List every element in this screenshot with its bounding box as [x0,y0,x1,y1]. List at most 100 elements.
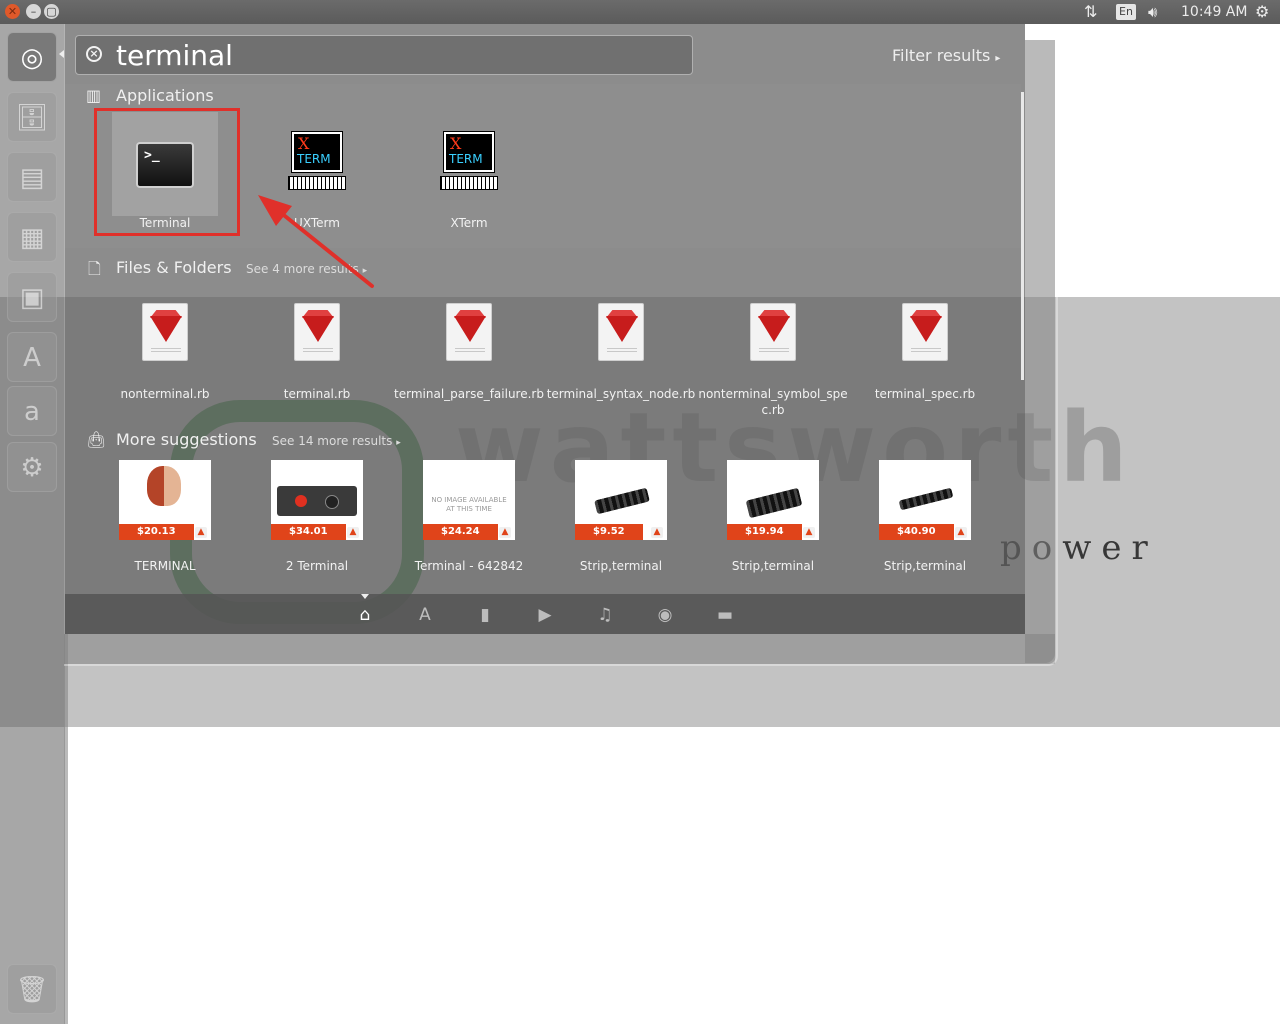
suggestions-see-more-label: See 14 more results [272,434,393,448]
amazon-icon[interactable]: a [7,386,57,436]
product-image [147,466,181,506]
dash-frame-bottom [64,634,1055,664]
background-window-top [1055,30,1280,297]
suggestion-label: 2 Terminal [285,559,349,573]
ruby-file-icon[interactable] [142,303,188,361]
ruby-file-icon[interactable] [902,303,948,361]
files-category-icon: 🗋︎ [88,259,101,278]
app-result-uxterm[interactable]: UXTerm [241,215,393,231]
app-result-label: XTerm [450,216,488,230]
file-result[interactable]: terminal_syntax_node.rb [545,386,697,402]
file-result[interactable]: terminal.rb [241,386,393,402]
file-result-label: terminal_syntax_node.rb [546,387,696,401]
product-thumbnail[interactable]: $19.94 ▲ [727,460,819,540]
file-result[interactable]: terminal_spec.rb [849,386,1001,402]
file-result[interactable]: nonterminal.rb [89,386,241,402]
search-input[interactable] [116,38,676,72]
suggestions-title: More suggestions [116,430,257,449]
trash-icon[interactable]: 🗑︎ [7,964,57,1014]
highlight-annotation-box [94,108,240,236]
app-result-xterm[interactable]: XTerm [393,215,545,231]
chevron-right-icon: ▸ [995,53,1001,64]
photo-icon[interactable]: ◉ [654,604,676,626]
product-thumbnail[interactable]: NO IMAGE AVAILABLE AT THIS TIME $24.24 ▲ [423,460,515,540]
suggestion-label: Strip,terminal [579,559,663,573]
video-icon[interactable]: ▶ [534,604,556,626]
suggestion-result[interactable]: Terminal - 642842 [393,558,545,574]
xterm-term-text: TERM [297,152,331,166]
filter-results-label: Filter results [892,46,991,65]
applications-category-icon: ▥ [86,86,102,105]
ruby-file-icon[interactable] [294,303,340,361]
suggestion-result[interactable]: 2 Terminal [241,558,393,574]
suggestions-see-more-link[interactable]: See 14 more results ▸ [272,434,401,448]
file-result[interactable]: terminal_parse_failure.rb [393,386,545,402]
ubuntu-logo-icon[interactable]: ◎ [7,32,57,82]
suggestion-result[interactable]: Strip,terminal [545,558,697,574]
network-icon[interactable]: ⇅ [1084,0,1097,24]
product-thumbnail[interactable]: $20.13 ▲ [119,460,211,540]
ruby-file-icon[interactable] [750,303,796,361]
shopping-bag-icon: ▲ [195,527,207,538]
shopping-bag-icon: ▲ [499,527,511,538]
dash-scrollbar[interactable] [1021,92,1024,380]
shopping-bag-icon: ▲ [803,527,815,538]
product-thumbnail[interactable]: $9.52 ▲ [575,460,667,540]
applications-icon[interactable]: A [414,604,436,626]
minimize-button[interactable]: – [26,4,41,19]
launcher-active-pointer [59,50,64,58]
home-icon[interactable]: ⌂ [354,604,376,626]
ruby-file-icon[interactable] [446,303,492,361]
file-result[interactable]: nonterminal_symbol_spec.rb [697,386,849,418]
suggestion-label: Terminal - 642842 [414,559,524,573]
social-icon[interactable]: ▬ [714,604,736,626]
filter-results-button[interactable]: Filter results ▸ [892,46,1000,65]
files-icon[interactable]: ▮ [474,604,496,626]
shopping-bag-icon: ▲ [651,527,663,538]
price-tag: $19.94 [727,524,802,540]
xterm-x-text: X [450,134,462,153]
clock[interactable]: 10:49 AM [1181,0,1247,24]
calc-icon[interactable]: ▦ [7,212,57,262]
file-result-label: nonterminal.rb [120,387,210,401]
xterm-screen: X TERM [291,131,343,173]
app-result-label: UXTerm [294,216,340,230]
shopping-bag-icon: 👜︎ [86,430,107,449]
suggestion-label: TERMINAL [134,559,196,573]
uxterm-icon[interactable]: X TERM [288,131,346,192]
product-thumbnail[interactable]: $34.01 ▲ [271,460,363,540]
music-icon[interactable]: ♫ [594,604,616,626]
files-manager-icon[interactable]: 🗄︎ [7,92,57,142]
files-see-more-link[interactable]: See 4 more results ▸ [246,262,367,276]
product-image [277,486,357,516]
writer-icon[interactable]: ▤ [7,152,57,202]
clear-search-icon[interactable]: × [86,46,102,62]
xterm-keyboard [440,176,498,190]
software-center-icon[interactable]: A [7,332,57,382]
close-button[interactable]: ✕ [5,4,20,19]
sound-icon[interactable]: 🔊︎ [1148,0,1157,24]
file-result-label: terminal_spec.rb [874,387,976,401]
dash-frame-left-edge [64,634,68,1024]
ruby-file-icon[interactable] [598,303,644,361]
system-gear-icon[interactable]: ⚙ [1255,0,1269,24]
price-tag: $20.13 [119,524,194,540]
suggestion-result[interactable]: Strip,terminal [697,558,849,574]
product-image [594,487,650,515]
search-box: × [75,35,693,75]
suggestion-result[interactable]: Strip,terminal [849,558,1001,574]
impress-icon[interactable]: ▣ [7,272,57,322]
keyboard-layout-indicator[interactable]: En [1116,4,1136,20]
shopping-bag-icon: ▲ [955,527,967,538]
xterm-x-text: X [298,134,310,153]
maximize-button[interactable]: ▢ [44,4,59,19]
suggestion-result[interactable]: TERMINAL [89,558,241,574]
price-tag: $40.90 [879,524,954,540]
files-title: Files & Folders [116,258,232,277]
product-image [745,487,803,519]
xterm-keyboard [288,176,346,190]
system-settings-icon[interactable]: ⚙ [7,442,57,492]
product-thumbnail[interactable]: $40.90 ▲ [879,460,971,540]
xterm-icon[interactable]: X TERM [440,131,498,192]
chevron-right-icon: ▸ [362,266,368,276]
